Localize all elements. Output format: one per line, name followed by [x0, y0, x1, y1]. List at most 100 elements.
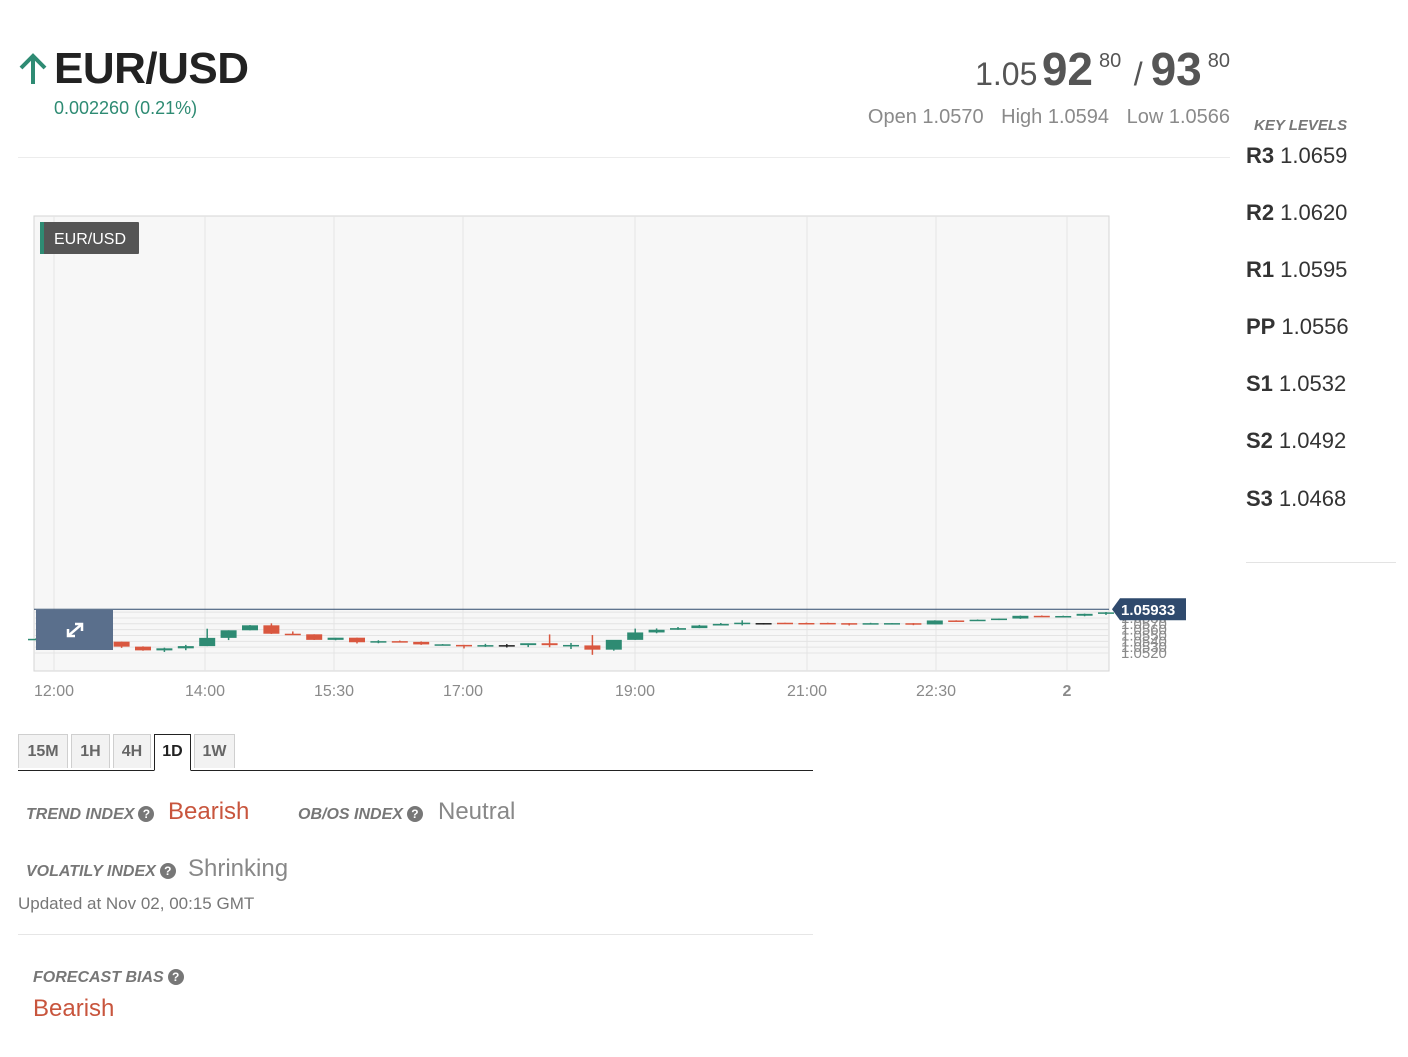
- tab-1h[interactable]: 1H: [71, 734, 110, 768]
- key-level-s2: S2 1.0492: [1246, 428, 1346, 454]
- key-level-value: 1.0468: [1278, 486, 1347, 511]
- candle-body: [1055, 615, 1072, 618]
- x-tick-label: 22:30: [916, 683, 956, 700]
- candle: [819, 622, 836, 625]
- key-level-s3: S3 1.0468: [1246, 486, 1346, 512]
- candle-body: [948, 620, 965, 622]
- help-icon[interactable]: ?: [138, 806, 155, 822]
- candle-body: [349, 637, 365, 643]
- candle-body: [905, 623, 922, 625]
- current-price-tag: 1.05933: [1112, 598, 1186, 621]
- bid-pip: 80: [1098, 50, 1122, 72]
- help-icon[interactable]: ?: [167, 969, 184, 985]
- candle-body: [691, 625, 708, 629]
- candle: [242, 625, 258, 631]
- candle-body: [477, 645, 494, 647]
- help-icon[interactable]: ?: [406, 806, 423, 822]
- open-value: Open 1.0570: [867, 106, 984, 128]
- candle: [1012, 615, 1029, 619]
- low-value: Low 1.0566: [1126, 106, 1230, 128]
- trend-index-value: Bearish: [168, 798, 250, 825]
- candle-body: [327, 637, 344, 640]
- candle-body: [777, 622, 793, 625]
- candle-body: [1033, 615, 1050, 618]
- candle: [413, 641, 430, 645]
- candle: [434, 644, 451, 646]
- candle-body: [584, 645, 601, 650]
- timeframe-tabs: 15M 1H 4H 1D 1W: [18, 734, 813, 771]
- key-level-value: 1.0532: [1278, 371, 1347, 396]
- quote-separator: /: [1133, 56, 1143, 92]
- candle-body: [456, 644, 472, 647]
- expand-icon: [66, 622, 84, 638]
- candle-body: [798, 622, 815, 625]
- candle-body: [498, 645, 515, 647]
- header-divider: [18, 157, 1230, 158]
- arrow-up-icon: [19, 53, 47, 84]
- candle-body: [284, 633, 301, 636]
- tab-1w[interactable]: 1W: [194, 734, 235, 768]
- x-tick-label: 2: [1063, 683, 1072, 700]
- candle-body: [670, 628, 686, 630]
- tab-1d[interactable]: 1D: [154, 734, 191, 771]
- candle-body: [755, 623, 772, 625]
- series-label-text: EUR/USD: [54, 231, 126, 248]
- bid-big-figure: 92: [1041, 43, 1093, 95]
- x-tick-label: 12:00: [34, 683, 74, 700]
- candle-body: [648, 629, 665, 633]
- key-levels-divider: [1246, 562, 1396, 563]
- ohl-stats: Open 1.0570 High 1.0594 Low 1.0566: [856, 106, 1230, 129]
- key-level-label: R1: [1246, 257, 1275, 282]
- candle-body: [391, 641, 408, 643]
- candle-body: [413, 641, 430, 645]
- pair-title: EUR/USD: [54, 44, 249, 93]
- candle-body: [1076, 613, 1093, 616]
- candle-body: [263, 625, 280, 634]
- candle-body: [605, 639, 622, 650]
- obos-index-label: OB/OS INDEX?: [298, 806, 423, 824]
- candle-body: [841, 623, 858, 625]
- high-value: High 1.0594: [1001, 106, 1110, 128]
- candle: [306, 634, 323, 640]
- candle-body: [370, 641, 387, 643]
- help-icon[interactable]: ?: [159, 863, 176, 879]
- tab-15m[interactable]: 15M: [18, 734, 68, 768]
- ask-big-figure: 93: [1150, 43, 1202, 95]
- candle: [777, 622, 793, 625]
- x-tick-label: 14:00: [185, 683, 225, 700]
- x-tick-label: 21:00: [787, 683, 827, 700]
- candle: [969, 619, 986, 622]
- price-chart[interactable]: 1.05201.05301.05401.05501.05601.05701.05…: [0, 200, 1200, 710]
- key-level-label: S2: [1246, 428, 1273, 453]
- key-level-label: S3: [1246, 486, 1273, 511]
- expand-chart-button[interactable]: [36, 610, 113, 650]
- key-level-s1: S1 1.0532: [1246, 371, 1346, 397]
- candle: [948, 620, 965, 622]
- key-level-value: 1.0620: [1280, 200, 1348, 225]
- quote: 1.05 92 80 /93 80: [975, 42, 1230, 96]
- candle-body: [1098, 612, 1114, 614]
- forecast-bias-label: FORECAST BIAS?: [33, 969, 184, 987]
- candle-body: [884, 623, 900, 625]
- section-divider: [18, 934, 813, 935]
- candle-body: [242, 625, 258, 631]
- candle-body: [563, 644, 579, 647]
- ask-pip: 80: [1207, 50, 1230, 72]
- candle-body: [819, 622, 836, 625]
- volatility-index-label: VOLATILY INDEX?: [26, 863, 176, 881]
- key-level-label: R2: [1246, 200, 1275, 225]
- candle-body: [926, 620, 943, 625]
- candle-body: [520, 643, 537, 646]
- key-level-value: 1.0556: [1281, 314, 1349, 339]
- tab-4h[interactable]: 4H: [113, 734, 151, 768]
- key-level-label: S1: [1246, 371, 1273, 396]
- candle-body: [113, 641, 130, 647]
- volatility-index-value: Shrinking: [188, 855, 289, 882]
- candle: [605, 639, 622, 651]
- x-tick-label: 17:00: [443, 683, 483, 700]
- candle-body: [199, 637, 216, 647]
- candle-body: [1012, 615, 1029, 619]
- key-levels-title: KEY LEVELS: [1254, 117, 1348, 134]
- candle-body: [627, 632, 644, 640]
- series-label: EUR/USD: [40, 222, 139, 254]
